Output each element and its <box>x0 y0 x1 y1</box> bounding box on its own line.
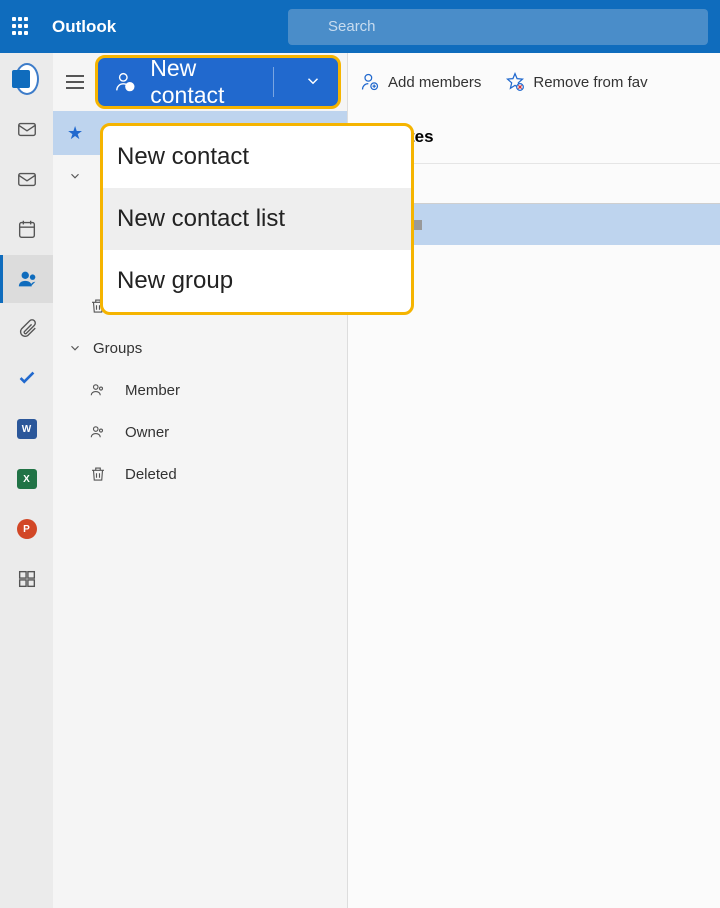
todo-icon[interactable] <box>15 367 39 391</box>
add-members-button[interactable]: Add members <box>360 72 481 92</box>
chevron-down-icon <box>304 72 322 90</box>
people-icon <box>89 381 107 399</box>
new-contact-chevron[interactable] <box>288 69 338 96</box>
chevron-down-icon <box>67 169 83 183</box>
search-input[interactable] <box>288 9 708 45</box>
sidebar-item-owner[interactable]: Owner <box>53 411 347 453</box>
new-contact-label: New contact <box>150 55 251 109</box>
powerpoint-icon[interactable]: P <box>15 517 39 541</box>
new-contact-dropdown: New contact New contact list New group <box>100 123 414 315</box>
trash-icon <box>89 465 107 483</box>
app-title: Outlook <box>52 17 116 37</box>
people-icon <box>89 423 107 441</box>
person-add-icon <box>360 72 380 92</box>
sidebar-owner-label: Owner <box>125 424 169 441</box>
person-add-icon: + <box>114 68 136 96</box>
sidebar-item-groups[interactable]: Groups <box>53 327 347 369</box>
dropdown-item-new-contact-list[interactable]: New contact list <box>103 188 411 250</box>
sidebar-member-label: Member <box>125 382 180 399</box>
outlook-badge-icon[interactable] <box>15 67 39 91</box>
calendar-icon[interactable] <box>15 217 39 241</box>
sidebar-item-groups-deleted[interactable]: Deleted <box>53 453 347 495</box>
sidebar-groups-label: Groups <box>93 340 142 357</box>
star-icon: ★ <box>67 123 83 144</box>
star-remove-icon <box>505 72 525 92</box>
people-icon[interactable] <box>0 255 53 303</box>
new-contact-button[interactable]: + New contact <box>95 55 341 109</box>
app-launcher-icon[interactable] <box>12 17 32 37</box>
add-members-label: Add members <box>388 74 481 91</box>
excel-icon[interactable]: X <box>15 467 39 491</box>
mail-icon[interactable] <box>15 167 39 191</box>
more-apps-icon[interactable] <box>15 567 39 591</box>
mail-unread-icon[interactable] <box>15 117 39 141</box>
svg-text:+: + <box>127 81 132 91</box>
dropdown-item-new-group[interactable]: New group <box>103 250 411 312</box>
chevron-down-icon <box>67 341 83 355</box>
sidebar-groups-deleted-label: Deleted <box>125 466 177 483</box>
remove-favorites-button[interactable]: Remove from fav <box>505 72 647 92</box>
hamburger-icon[interactable] <box>59 75 91 89</box>
left-rail: W X P <box>0 53 53 908</box>
attachment-icon[interactable] <box>15 317 39 341</box>
dropdown-item-new-contact[interactable]: New contact <box>103 126 411 188</box>
word-icon[interactable]: W <box>15 417 39 441</box>
remove-favorites-label: Remove from fav <box>533 74 647 91</box>
sidebar-item-member[interactable]: Member <box>53 369 347 411</box>
